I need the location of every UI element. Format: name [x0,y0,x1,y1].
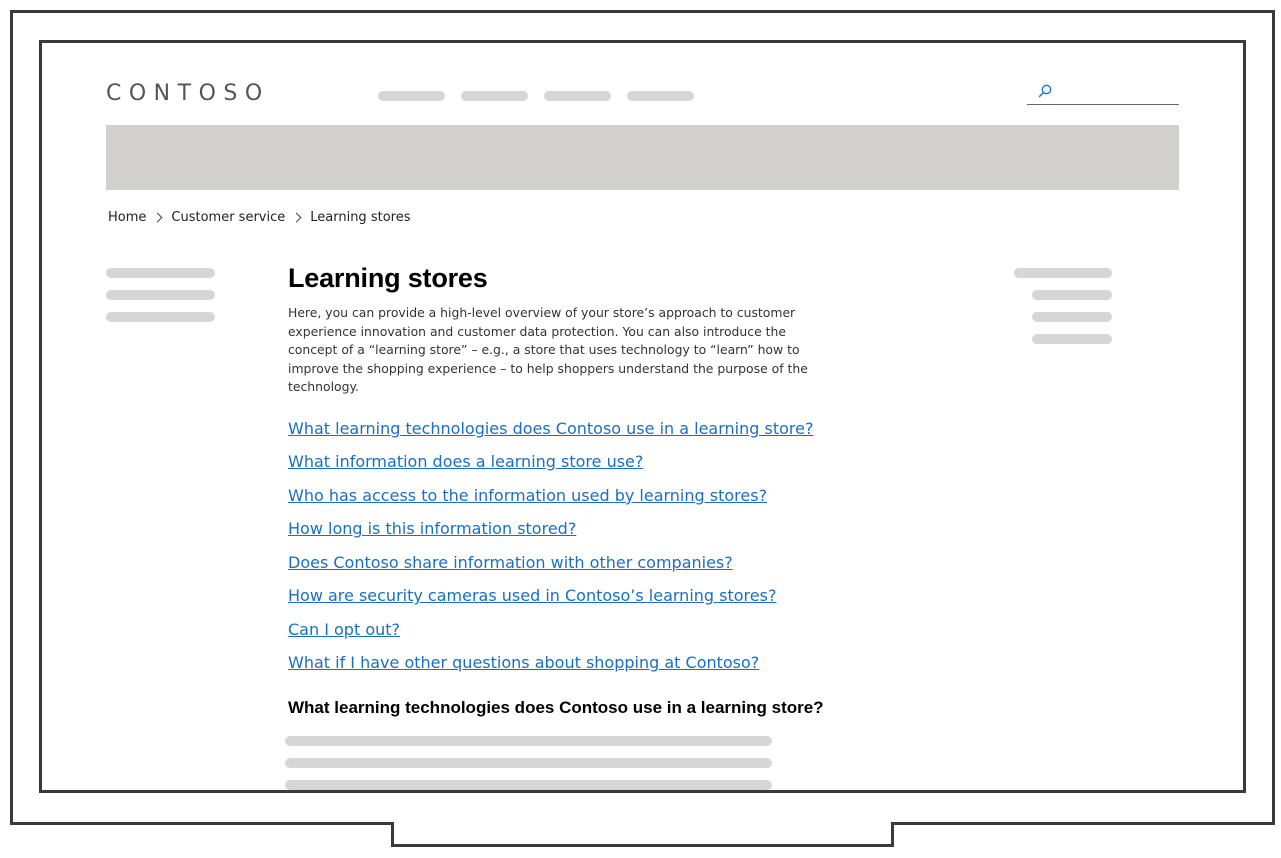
breadcrumb: Home Customer service Learning stores [108,210,410,225]
faq-link-storage-duration[interactable]: How long is this information stored? [288,512,828,546]
browser-screen: CONTOSO Home Customer service Learning s… [39,40,1246,793]
top-nav [378,91,694,101]
site-logo[interactable]: CONTOSO [106,81,270,106]
faq-link-list: What learning technologies does Contoso … [288,412,828,680]
nav-item-placeholder-1[interactable] [378,91,445,101]
section-heading: What learning technologies does Contoso … [288,697,824,717]
body-text-placeholder [285,757,772,768]
main-content: Learning stores Here, you can provide a … [285,263,828,790]
faq-link-information[interactable]: What information does a learning store u… [288,445,828,479]
faq-link-other-questions[interactable]: What if I have other questions about sho… [288,646,828,680]
monitor-stand [391,822,894,847]
intro-paragraph: Here, you can provide a high-level overv… [288,305,808,395]
faq-link-security-cameras[interactable]: How are security cameras used in Contoso… [288,579,828,613]
chevron-right-icon [152,212,163,223]
page-title: Learning stores [288,263,488,293]
right-nav-item-placeholder[interactable] [1032,334,1112,344]
nav-item-placeholder-2[interactable] [461,91,528,101]
breadcrumb-customer-service[interactable]: Customer service [171,210,285,225]
faq-link-opt-out[interactable]: Can I opt out? [288,613,828,647]
search-input[interactable] [1027,79,1179,105]
faq-link-technologies[interactable]: What learning technologies does Contoso … [288,412,828,446]
right-nav-placeholder [1014,268,1112,356]
left-nav-item-placeholder[interactable] [106,312,215,322]
left-nav-item-placeholder[interactable] [106,290,215,300]
nav-item-placeholder-4[interactable] [627,91,694,101]
breadcrumb-home[interactable]: Home [108,210,146,225]
body-text-placeholder [285,735,772,746]
search-icon[interactable] [1037,83,1053,99]
breadcrumb-current: Learning stores [310,210,411,225]
right-nav-item-placeholder[interactable] [1032,312,1112,322]
left-nav-placeholder [106,268,215,334]
chevron-right-icon [291,212,302,223]
hero-banner [106,125,1179,190]
body-text-placeholder [285,779,772,790]
faq-link-access[interactable]: Who has access to the information used b… [288,479,828,513]
right-nav-item-placeholder[interactable] [1014,268,1112,278]
faq-link-sharing[interactable]: Does Contoso share information with othe… [288,546,828,580]
nav-item-placeholder-3[interactable] [544,91,611,101]
left-nav-item-placeholder[interactable] [106,268,215,278]
right-nav-item-placeholder[interactable] [1032,290,1112,300]
